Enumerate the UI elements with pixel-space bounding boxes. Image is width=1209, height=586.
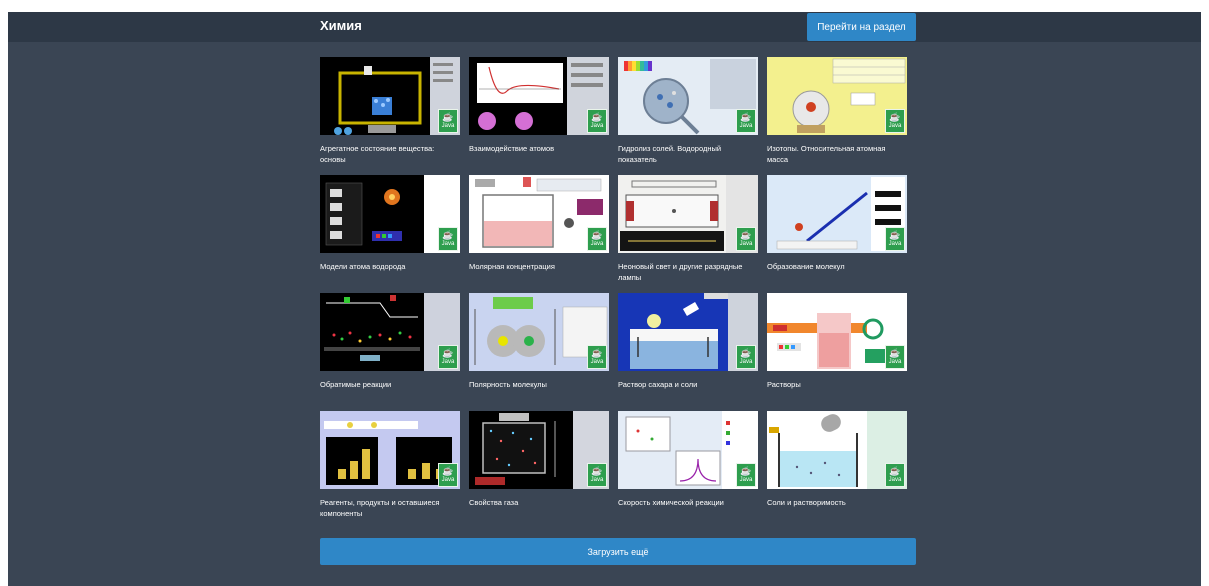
simulation-card[interactable]: ☕ Java Полярность молекулы (469, 293, 609, 411)
java-cup-icon: ☕ (889, 230, 901, 240)
java-cup-icon: ☕ (442, 230, 454, 240)
java-badge: ☕ Java (438, 109, 458, 133)
java-cup-icon: ☕ (442, 466, 454, 476)
simulation-thumbnail[interactable]: ☕ Java (320, 293, 460, 371)
java-cup-icon: ☕ (889, 466, 901, 476)
goto-section-button[interactable]: Перейти на раздел (807, 13, 916, 41)
simulation-thumbnail[interactable]: ☕ Java (320, 411, 460, 489)
simulation-title[interactable]: Обратимые реакции (320, 379, 460, 390)
simulation-thumbnail[interactable]: ☕ Java (618, 175, 758, 253)
section-title: Химия (320, 18, 362, 33)
simulation-title[interactable]: Неоновый свет и другие разрядные лампы (618, 261, 758, 283)
simulation-card[interactable]: ☕ Java Свойства газа (469, 411, 609, 529)
java-badge: ☕ Java (438, 463, 458, 487)
java-cup-icon: ☕ (591, 112, 603, 122)
java-badge: ☕ Java (885, 109, 905, 133)
simulation-thumbnail[interactable]: ☕ Java (320, 175, 460, 253)
simulation-card[interactable]: ☕ Java Модели атома водорода (320, 175, 460, 293)
simulation-card[interactable]: ☕ Java Взаимодействие атомов (469, 57, 609, 175)
java-badge: ☕ Java (885, 227, 905, 251)
simulation-thumbnail[interactable]: ☕ Java (469, 293, 609, 371)
simulation-thumbnail[interactable]: ☕ Java (618, 411, 758, 489)
simulation-card[interactable]: ☕ Java Образование молекул (767, 175, 907, 293)
java-cup-icon: ☕ (740, 466, 752, 476)
java-cup-icon: ☕ (442, 348, 454, 358)
java-badge: ☕ Java (885, 463, 905, 487)
java-badge: ☕ Java (438, 345, 458, 369)
simulation-title[interactable]: Полярность молекулы (469, 379, 609, 390)
java-badge: ☕ Java (736, 227, 756, 251)
simulation-grid: ☕ Java Агрегатное состояние вещества: ос… (320, 57, 916, 529)
simulation-title[interactable]: Скорость химической реакции (618, 497, 758, 508)
simulation-title[interactable]: Изотопы. Относительная атомная масса (767, 143, 907, 165)
simulation-card[interactable]: ☕ Java Гидролиз солей. Водородный показа… (618, 57, 758, 175)
simulation-title[interactable]: Взаимодействие атомов (469, 143, 609, 154)
simulation-thumbnail[interactable]: ☕ Java (469, 175, 609, 253)
java-badge: ☕ Java (736, 345, 756, 369)
page: Химия Перейти на раздел ☕ Java Агрегатно… (0, 0, 1209, 586)
simulation-thumbnail[interactable]: ☕ Java (767, 57, 907, 135)
java-cup-icon: ☕ (889, 112, 901, 122)
simulation-card[interactable]: ☕ Java Обратимые реакции (320, 293, 460, 411)
java-cup-icon: ☕ (442, 112, 454, 122)
simulation-title[interactable]: Растворы (767, 379, 907, 390)
java-cup-icon: ☕ (591, 348, 603, 358)
chemistry-section: Химия Перейти на раздел ☕ Java Агрегатно… (8, 12, 1201, 586)
java-cup-icon: ☕ (889, 348, 901, 358)
load-more-button[interactable]: Загрузить ещё (320, 538, 916, 565)
simulation-title[interactable]: Свойства газа (469, 497, 609, 508)
simulation-thumbnail[interactable]: ☕ Java (618, 293, 758, 371)
simulation-title[interactable]: Модели атома водорода (320, 261, 460, 272)
section-header: Химия Перейти на раздел (8, 12, 1201, 42)
simulation-title[interactable]: Гидролиз солей. Водородный показатель (618, 143, 758, 165)
simulation-thumbnail[interactable]: ☕ Java (469, 411, 609, 489)
java-cup-icon: ☕ (740, 348, 752, 358)
java-badge: ☕ Java (587, 463, 607, 487)
simulation-thumbnail[interactable]: ☕ Java (469, 57, 609, 135)
java-badge: ☕ Java (587, 227, 607, 251)
simulation-title[interactable]: Агрегатное состояние вещества: основы (320, 143, 460, 165)
java-badge: ☕ Java (885, 345, 905, 369)
simulation-thumbnail[interactable]: ☕ Java (767, 411, 907, 489)
java-cup-icon: ☕ (740, 112, 752, 122)
simulation-card[interactable]: ☕ Java Молярная концентрация (469, 175, 609, 293)
simulation-card[interactable]: ☕ Java Скорость химической реакции (618, 411, 758, 529)
java-cup-icon: ☕ (740, 230, 752, 240)
simulation-title[interactable]: Образование молекул (767, 261, 907, 272)
simulation-card[interactable]: ☕ Java Агрегатное состояние вещества: ос… (320, 57, 460, 175)
java-badge: ☕ Java (736, 109, 756, 133)
java-cup-icon: ☕ (591, 466, 603, 476)
simulation-thumbnail[interactable]: ☕ Java (767, 175, 907, 253)
java-badge: ☕ Java (587, 109, 607, 133)
java-badge: ☕ Java (587, 345, 607, 369)
simulation-title[interactable]: Раствор сахара и соли (618, 379, 758, 390)
simulation-thumbnail[interactable]: ☕ Java (618, 57, 758, 135)
java-badge: ☕ Java (438, 227, 458, 251)
simulation-thumbnail[interactable]: ☕ Java (320, 57, 460, 135)
simulation-title[interactable]: Реагенты, продукты и оставшиеся компонен… (320, 497, 460, 519)
simulation-title[interactable]: Молярная концентрация (469, 261, 609, 272)
simulation-thumbnail[interactable]: ☕ Java (767, 293, 907, 371)
simulation-card[interactable]: ☕ Java Изотопы. Относительная атомная ма… (767, 57, 907, 175)
simulation-card[interactable]: ☕ Java Неоновый свет и другие разрядные … (618, 175, 758, 293)
simulation-title[interactable]: Соли и растворимость (767, 497, 907, 508)
simulation-card[interactable]: ☕ Java Растворы (767, 293, 907, 411)
java-badge: ☕ Java (736, 463, 756, 487)
simulation-card[interactable]: ☕ Java Реагенты, продукты и оставшиеся к… (320, 411, 460, 529)
java-cup-icon: ☕ (591, 230, 603, 240)
simulation-card[interactable]: ☕ Java Соли и растворимость (767, 411, 907, 529)
simulation-card[interactable]: ☕ Java Раствор сахара и соли (618, 293, 758, 411)
